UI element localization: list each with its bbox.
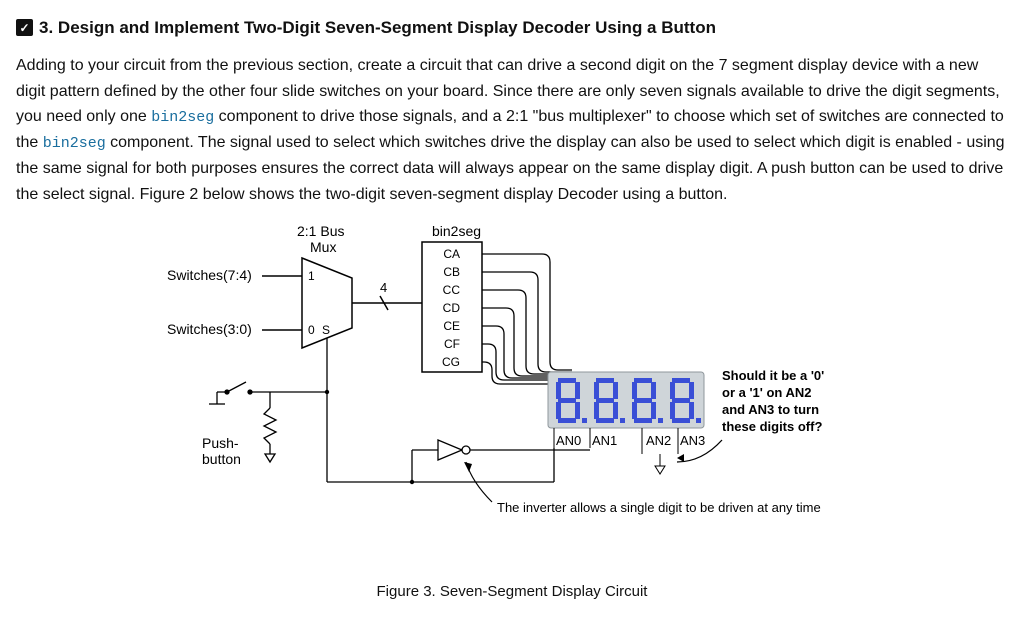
arrowhead-icon: [464, 462, 472, 472]
inverter-note: The inverter allows a single digit to be…: [497, 500, 821, 515]
note-line3: and AN3 to turn: [722, 402, 819, 417]
seg-cc: CC: [443, 283, 461, 297]
note-line4: these digits off?: [722, 419, 822, 434]
an3-label: AN3: [680, 433, 705, 448]
circuit-diagram: 2:1 Bus Mux Switches(7:4) 1 Switches(3:0…: [162, 222, 862, 571]
mux-sel-label: S: [322, 323, 330, 337]
bin2seg-label: bin2seg: [432, 223, 481, 239]
an1-label: AN1: [592, 433, 617, 448]
seven-segment-display: [548, 372, 704, 428]
seg-cb: CB: [443, 265, 460, 279]
inverter-bubble-icon: [462, 446, 470, 454]
section-title-text: Design and Implement Two-Digit Seven-Seg…: [58, 18, 716, 37]
open-arrowhead-icon: [655, 466, 665, 474]
body-paragraph: Adding to your circuit from the previous…: [16, 53, 1008, 207]
section-number: 3.: [39, 18, 53, 37]
arrowhead-icon: [677, 454, 684, 462]
note-line2: or a '1' on AN2: [722, 385, 812, 400]
seg-cd: CD: [443, 301, 461, 315]
an2-label: AN2: [646, 433, 671, 448]
segment-wires: [482, 254, 572, 384]
pushbutton-label-1: Push-: [202, 435, 239, 451]
bus-width-label: 4: [380, 280, 387, 295]
section-heading: ✓ 3. Design and Implement Two-Digit Seve…: [16, 14, 1008, 41]
seg-cf: CF: [444, 337, 460, 351]
pushbutton-label-2: button: [202, 451, 241, 467]
note-line1: Should it be a '0': [722, 368, 824, 383]
code-bin2seg-1: bin2seg: [151, 109, 214, 126]
inverter-icon: [438, 440, 462, 460]
body-text-1c: component. The signal used to select whi…: [16, 134, 1005, 203]
code-bin2seg-2: bin2seg: [43, 135, 106, 152]
an0-label: AN0: [556, 433, 581, 448]
figure-caption: Figure 3. Seven-Segment Display Circuit: [16, 580, 1008, 604]
seg-cg: CG: [442, 355, 460, 369]
seg-ca: CA: [443, 247, 460, 261]
mux-in-0: 0: [308, 323, 315, 337]
mux-label-1: 2:1 Bus: [297, 223, 344, 239]
seg-ce: CE: [443, 319, 460, 333]
switches-hi-label: Switches(7:4): [167, 267, 252, 283]
mux-label-2: Mux: [310, 239, 336, 255]
check-icon: ✓: [16, 19, 33, 36]
switches-lo-label: Switches(3:0): [167, 321, 252, 337]
mux-in-1: 1: [308, 269, 315, 283]
